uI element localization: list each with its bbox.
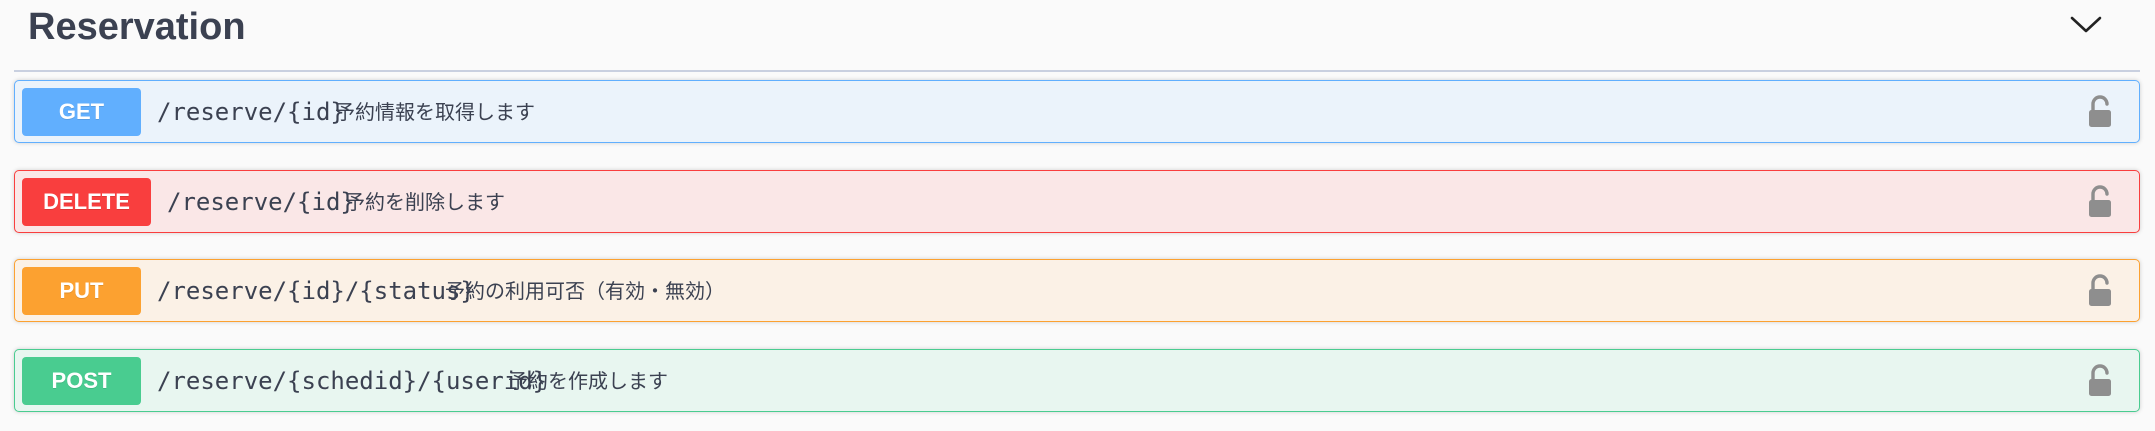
operation-path: /reserve/{id}/{status} <box>157 277 475 305</box>
method-badge-delete: DELETE <box>22 178 151 226</box>
section-header[interactable]: Reservation <box>14 0 2140 72</box>
method-badge-get: GET <box>22 88 141 136</box>
operation-path: /reserve/{schedid}/{userid} <box>157 367 548 395</box>
operation-put-reserve-id-status[interactable]: PUT /reserve/{id}/{status} 予約の利用可否（有効・無効… <box>14 259 2140 322</box>
operation-path: /reserve/{id} <box>157 98 345 126</box>
operation-summary: 予約の利用可否（有効・無効） <box>445 279 725 303</box>
method-badge-post: POST <box>22 357 141 405</box>
unlocked-padlock-icon[interactable] <box>2087 185 2113 219</box>
operation-delete-reserve-id[interactable]: DELETE /reserve/{id} 予約を削除します <box>14 170 2140 233</box>
operation-path: /reserve/{id} <box>167 188 355 216</box>
section-title: Reservation <box>28 6 246 48</box>
operation-summary: 予約を作成します <box>508 369 668 393</box>
reservation-section: Reservation GET /reserve/{id} 予約情報を取得します… <box>0 0 2155 431</box>
method-badge-put: PUT <box>22 267 141 315</box>
operation-post-reserve-schedid-userid[interactable]: POST /reserve/{schedid}/{userid} 予約を作成しま… <box>14 349 2140 412</box>
operation-get-reserve-id[interactable]: GET /reserve/{id} 予約情報を取得します <box>14 80 2140 143</box>
operation-summary: 予約を削除します <box>345 190 505 214</box>
unlocked-padlock-icon[interactable] <box>2087 364 2113 398</box>
unlocked-padlock-icon[interactable] <box>2087 274 2113 308</box>
unlocked-padlock-icon[interactable] <box>2087 95 2113 129</box>
operation-summary: 予約情報を取得します <box>335 100 535 124</box>
chevron-down-icon[interactable] <box>2068 12 2104 36</box>
